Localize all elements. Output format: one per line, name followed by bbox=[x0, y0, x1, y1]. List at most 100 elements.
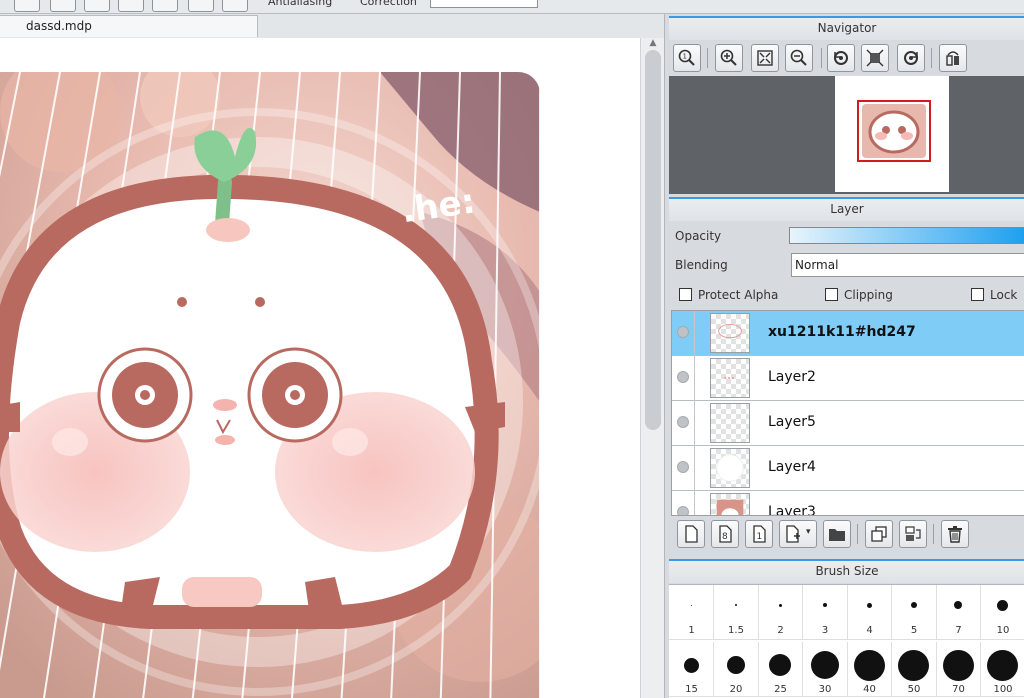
layer-thumbnail-art bbox=[718, 323, 742, 339]
flip-horizontal-icon bbox=[946, 51, 959, 66]
layer-row[interactable]: Layer3 bbox=[672, 491, 1024, 516]
flip-horizontal-button[interactable] bbox=[939, 44, 967, 72]
add-layer-dropdown-button[interactable]: ▾ bbox=[779, 520, 817, 548]
brush-size-option[interactable]: 4 bbox=[847, 585, 892, 640]
rotate-left-icon bbox=[834, 51, 848, 65]
brush-size-option[interactable]: 15 bbox=[669, 642, 714, 697]
scrollbar-thumb[interactable] bbox=[645, 50, 661, 430]
opacity-slider[interactable] bbox=[789, 227, 1024, 244]
divider bbox=[694, 401, 695, 446]
navigator-viewport-frame[interactable] bbox=[857, 100, 931, 162]
brush-size-label: 70 bbox=[952, 684, 965, 695]
checkbox-box[interactable] bbox=[679, 288, 692, 301]
layer-header: Layer bbox=[669, 197, 1024, 221]
target-tool-button[interactable] bbox=[118, 0, 144, 12]
right-panel: Navigator 1 Layer Opacity Blending Norma… bbox=[664, 14, 1024, 698]
layer-thumbnail bbox=[710, 313, 750, 353]
brush-size-option[interactable]: 5 bbox=[891, 585, 937, 640]
grid-tool-button[interactable] bbox=[14, 0, 40, 12]
canvas-vertical-scrollbar[interactable]: ▲ bbox=[640, 38, 664, 698]
brush-preview-dot bbox=[942, 649, 974, 681]
svg-text:8: 8 bbox=[722, 532, 728, 542]
zoom-in-button[interactable] bbox=[715, 44, 743, 72]
brush-size-option[interactable]: 100 bbox=[980, 642, 1024, 697]
reset-rotation-button[interactable] bbox=[861, 44, 889, 72]
visibility-icon[interactable] bbox=[677, 416, 689, 428]
correction-field[interactable] bbox=[430, 0, 538, 8]
layer-name: Layer5 bbox=[768, 414, 816, 430]
merge-down-icon bbox=[905, 526, 921, 541]
brush-preview-dot bbox=[987, 649, 1018, 681]
brush-size-option[interactable]: 70 bbox=[936, 642, 981, 697]
brush-size-option[interactable]: 40 bbox=[847, 642, 892, 697]
layer-thumbnail bbox=[710, 358, 750, 398]
brush-size-option[interactable]: 2 bbox=[758, 585, 803, 640]
blending-select[interactable]: Normal bbox=[791, 253, 1024, 277]
brush-size-option[interactable]: 1 bbox=[669, 585, 714, 640]
zoom-actual-button[interactable]: 1 bbox=[673, 44, 701, 72]
zoom-out-icon bbox=[790, 49, 807, 66]
layer-list[interactable]: xu1211k11#hd247 Layer2 Layer5 Layer4 Lay… bbox=[671, 310, 1024, 516]
new-folder-button[interactable] bbox=[823, 520, 851, 548]
scroll-up-icon[interactable]: ▲ bbox=[647, 38, 659, 48]
document-tab[interactable]: dassd.mdp bbox=[0, 15, 258, 37]
brush-size-option[interactable]: 10 bbox=[980, 585, 1024, 640]
brush-preview-dot bbox=[853, 649, 885, 681]
brush-size-label: 20 bbox=[729, 684, 743, 695]
layer-row[interactable]: xu1211k11#hd247 bbox=[672, 311, 1024, 356]
new-layer-button[interactable] bbox=[677, 520, 705, 548]
canvas-area[interactable]: .he: bbox=[0, 38, 640, 698]
layer-row[interactable]: Layer5 bbox=[672, 401, 1024, 446]
layer-thumbnail bbox=[710, 448, 750, 488]
clipping-checkbox[interactable]: Clipping bbox=[825, 288, 893, 304]
settings-tool-button[interactable] bbox=[188, 0, 214, 12]
select-tool-button[interactable] bbox=[84, 0, 110, 12]
delete-layer-button[interactable] bbox=[941, 520, 969, 548]
brush-size-option[interactable]: 1.5 bbox=[713, 585, 759, 640]
navigator-preview[interactable] bbox=[669, 76, 1024, 194]
fit-window-icon bbox=[757, 50, 773, 66]
checkbox-box[interactable] bbox=[971, 288, 984, 301]
rotate-left-button[interactable] bbox=[827, 44, 855, 72]
brush-size-option[interactable]: 20 bbox=[713, 642, 759, 697]
new-8bit-layer-button[interactable]: 8 bbox=[711, 520, 739, 548]
navigator-paper bbox=[835, 76, 949, 192]
rotate-right-button[interactable] bbox=[897, 44, 925, 72]
fit-window-button[interactable] bbox=[751, 44, 779, 72]
brush-size-option[interactable]: 30 bbox=[802, 642, 848, 697]
brush-size-grid[interactable]: 1 1.5 2 3 4 5 7 10 15 20 25 30 40 50 70 100 bbox=[669, 584, 1024, 698]
antialiasing-label[interactable]: Antialiasing bbox=[268, 0, 332, 8]
brush-size-option[interactable]: 7 bbox=[936, 585, 981, 640]
lock-checkbox[interactable]: Lock bbox=[971, 288, 1017, 304]
gear-tool-button[interactable] bbox=[222, 0, 248, 12]
checkbox-box[interactable] bbox=[825, 288, 838, 301]
brush-size-option[interactable]: 3 bbox=[802, 585, 848, 640]
8bit-layer-icon: 8 bbox=[719, 525, 732, 543]
cursor-tool-button[interactable] bbox=[50, 0, 76, 12]
protect-alpha-checkbox[interactable]: Protect Alpha bbox=[679, 288, 778, 304]
new-1bit-layer-button[interactable]: 1 bbox=[745, 520, 773, 548]
brush-size-label: 3 bbox=[821, 625, 829, 636]
brush-size-label: 10 bbox=[996, 625, 1010, 636]
visibility-icon[interactable] bbox=[677, 371, 689, 383]
layer-row[interactable]: Layer2 bbox=[672, 356, 1024, 401]
blending-value: Normal bbox=[795, 258, 839, 272]
merge-layer-button[interactable] bbox=[899, 520, 927, 548]
visibility-icon[interactable] bbox=[677, 326, 689, 338]
brush-size-label: 25 bbox=[774, 684, 787, 695]
visibility-icon[interactable] bbox=[677, 461, 689, 473]
brush-preview-dot bbox=[810, 651, 839, 679]
brush-size-option[interactable]: 25 bbox=[758, 642, 803, 697]
layer-row[interactable]: Layer4 bbox=[672, 446, 1024, 491]
visibility-icon[interactable] bbox=[677, 506, 689, 515]
artwork-canvas[interactable]: .he: bbox=[0, 72, 540, 698]
brush-size-label: 2 bbox=[777, 625, 784, 636]
brush-size-option[interactable]: 50 bbox=[891, 642, 937, 697]
layer-name: Layer3 bbox=[768, 504, 816, 516]
brush-size-label: 7 bbox=[955, 625, 962, 636]
reset-rotation-icon bbox=[866, 49, 884, 67]
duplicate-layer-button[interactable] bbox=[865, 520, 893, 548]
toolbar-separator bbox=[933, 524, 934, 544]
lasso-tool-button[interactable] bbox=[152, 0, 178, 12]
zoom-out-button[interactable] bbox=[785, 44, 813, 72]
